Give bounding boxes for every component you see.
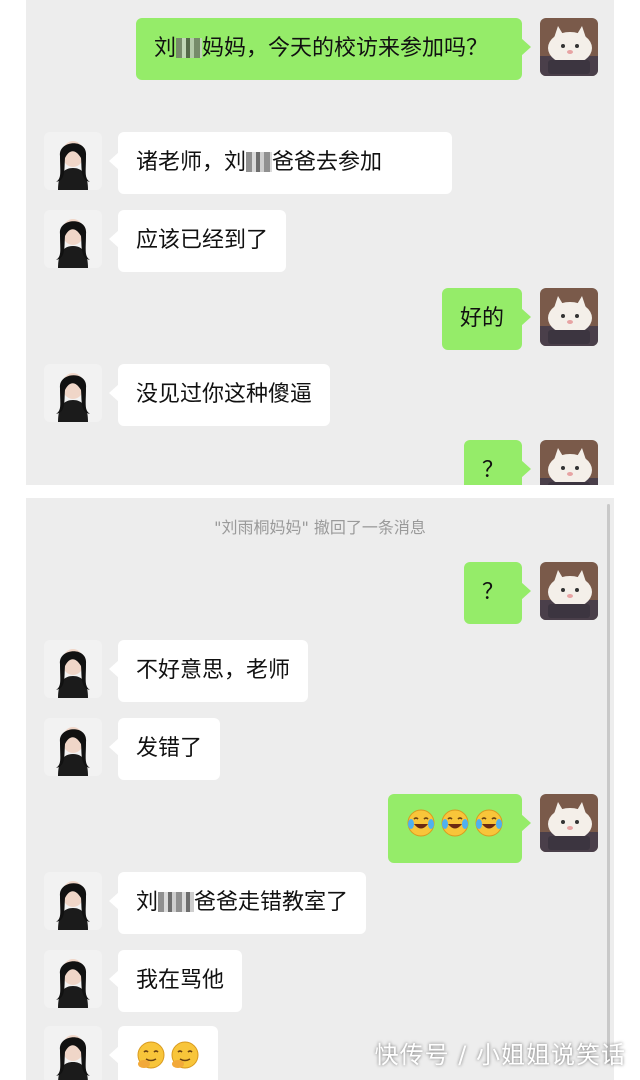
cat-avatar[interactable] [540, 440, 598, 485]
cat-avatar[interactable] [540, 288, 598, 346]
message-text: 爸爸走错教室了 [194, 890, 349, 915]
woman-avatar[interactable] [44, 210, 102, 268]
scrollbar[interactable] [607, 504, 610, 1064]
cat-avatar[interactable] [540, 794, 598, 852]
sent-message-bubble[interactable]: 好的 [441, 288, 532, 350]
chat-panel-top[interactable]: 刘妈妈，今天的校访来参加吗？ 诸老师，刘 爸爸去参加 应该已经到了 好的 没见过你… [26, 0, 614, 485]
woman-avatar[interactable] [44, 872, 102, 930]
received-message-bubble[interactable]: 不好意思，老师 [108, 640, 309, 702]
redaction-mosaic [158, 892, 195, 912]
message-text: 没见过你这种傻逼 [136, 382, 313, 407]
message-text: 好的 [459, 306, 504, 331]
received-message-bubble[interactable]: 发错了 [108, 718, 221, 780]
cat-avatar[interactable] [540, 562, 598, 620]
woman-avatar[interactable] [44, 640, 102, 698]
message-text: 爸爸去参加 [272, 150, 383, 175]
sent-message-bubble[interactable]: ？ [463, 562, 532, 624]
sent-message-bubble[interactable] [388, 794, 531, 863]
chat-panel-bottom[interactable]: "刘雨桐妈妈" 撤回了一条消息 ？ 不好意思，老师 发错了 刘 爸爸走错教室了 … [26, 498, 614, 1080]
message-text: 发错了 [136, 736, 203, 761]
message-text: 刘 [136, 890, 159, 915]
redaction-mosaic [176, 38, 203, 58]
received-message-bubble[interactable]: 诸老师，刘 爸爸去参加 [109, 132, 452, 194]
message-text: 应该已经到了 [136, 228, 269, 253]
received-message-bubble[interactable]: 应该已经到了 [108, 210, 287, 272]
message-text: 刘 [154, 36, 177, 61]
message-text: ？ [481, 458, 504, 483]
received-message-bubble[interactable]: 刘 爸爸走错教室了 [108, 872, 367, 934]
sent-message-bubble[interactable]: ？ [463, 440, 532, 485]
laughing-crying-emoji-icon [475, 809, 503, 837]
shy-smile-emoji-icon [137, 1041, 165, 1069]
watermark: 快传号 / 小姐姐说笑话 [374, 1041, 626, 1069]
message-text: 我在骂他 [136, 968, 225, 993]
page: 刘妈妈，今天的校访来参加吗？ 诸老师，刘 爸爸去参加 应该已经到了 好的 没见过你… [0, 0, 640, 1080]
recall-notice: "刘雨桐妈妈" 撤回了一条消息 [214, 518, 426, 537]
emoji-group [406, 808, 504, 838]
message-text: 不好意思，老师 [136, 658, 291, 683]
woman-avatar[interactable] [44, 718, 102, 776]
message-text: 妈妈，今天的校访来参加吗？ [202, 36, 489, 61]
woman-avatar[interactable] [44, 950, 102, 1008]
emoji-group [136, 1040, 200, 1070]
laughing-crying-emoji-icon [441, 809, 469, 837]
message-text: ？ [481, 580, 504, 605]
sent-message-bubble[interactable]: 刘妈妈，今天的校访来参加吗？ [136, 18, 531, 80]
received-message-bubble[interactable]: 我在骂他 [108, 950, 243, 1012]
message-text: 诸老师，刘 [136, 150, 247, 175]
laughing-crying-emoji-icon [407, 809, 435, 837]
woman-avatar[interactable] [44, 132, 102, 190]
shy-smile-emoji-icon [171, 1041, 199, 1069]
redaction-mosaic [246, 152, 273, 172]
woman-avatar[interactable] [44, 1026, 102, 1080]
cat-avatar[interactable] [540, 18, 598, 76]
received-message-bubble[interactable]: 没见过你这种傻逼 [108, 364, 331, 426]
woman-avatar[interactable] [44, 364, 102, 422]
received-message-bubble[interactable] [109, 1026, 218, 1080]
